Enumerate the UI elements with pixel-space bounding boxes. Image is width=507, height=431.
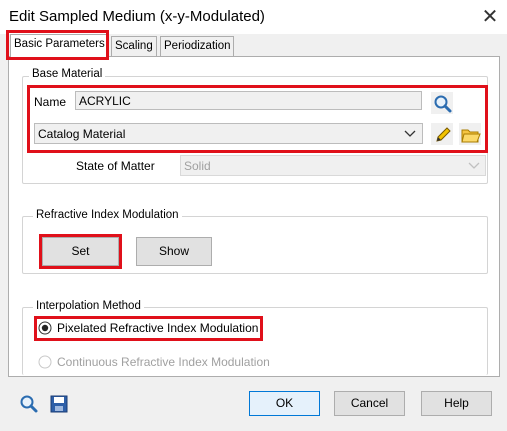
- tab-periodization[interactable]: Periodization: [160, 36, 235, 57]
- state-of-matter-value: Solid: [184, 159, 211, 173]
- cancel-button[interactable]: Cancel: [334, 391, 405, 416]
- group-interpolation-label: Interpolation Method: [33, 300, 144, 312]
- radio-unselected-icon: [38, 355, 52, 369]
- group-base-material-label: Base Material: [29, 68, 106, 80]
- state-of-matter-label: State of Matter: [76, 159, 155, 173]
- show-button[interactable]: Show: [136, 237, 212, 266]
- window-title: Edit Sampled Medium (x-y-Modulated): [9, 8, 265, 25]
- save-icon: [50, 395, 68, 413]
- chevron-down-icon: [468, 162, 480, 169]
- highlight-material-selection: [27, 85, 488, 153]
- radio-continuous: [38, 355, 52, 369]
- highlight-set-button: [39, 234, 122, 269]
- tab-scaling[interactable]: Scaling: [111, 36, 157, 57]
- ok-button[interactable]: OK: [249, 391, 320, 416]
- close-icon[interactable]: ✕: [479, 5, 501, 27]
- title-bar: Edit Sampled Medium (x-y-Modulated) ✕: [0, 0, 507, 34]
- highlight-pixelated-option: [34, 316, 263, 341]
- group-refractive-index-label: Refractive Index Modulation: [33, 209, 182, 221]
- highlight-tab-basic-parameters: [6, 30, 109, 60]
- save-button[interactable]: [47, 392, 69, 414]
- zoom-button[interactable]: [17, 392, 39, 414]
- help-button[interactable]: Help: [421, 391, 492, 416]
- search-icon: [20, 395, 38, 413]
- radio-continuous-label: Continuous Refractive Index Modulation: [57, 355, 270, 369]
- state-of-matter-select: Solid: [180, 155, 486, 176]
